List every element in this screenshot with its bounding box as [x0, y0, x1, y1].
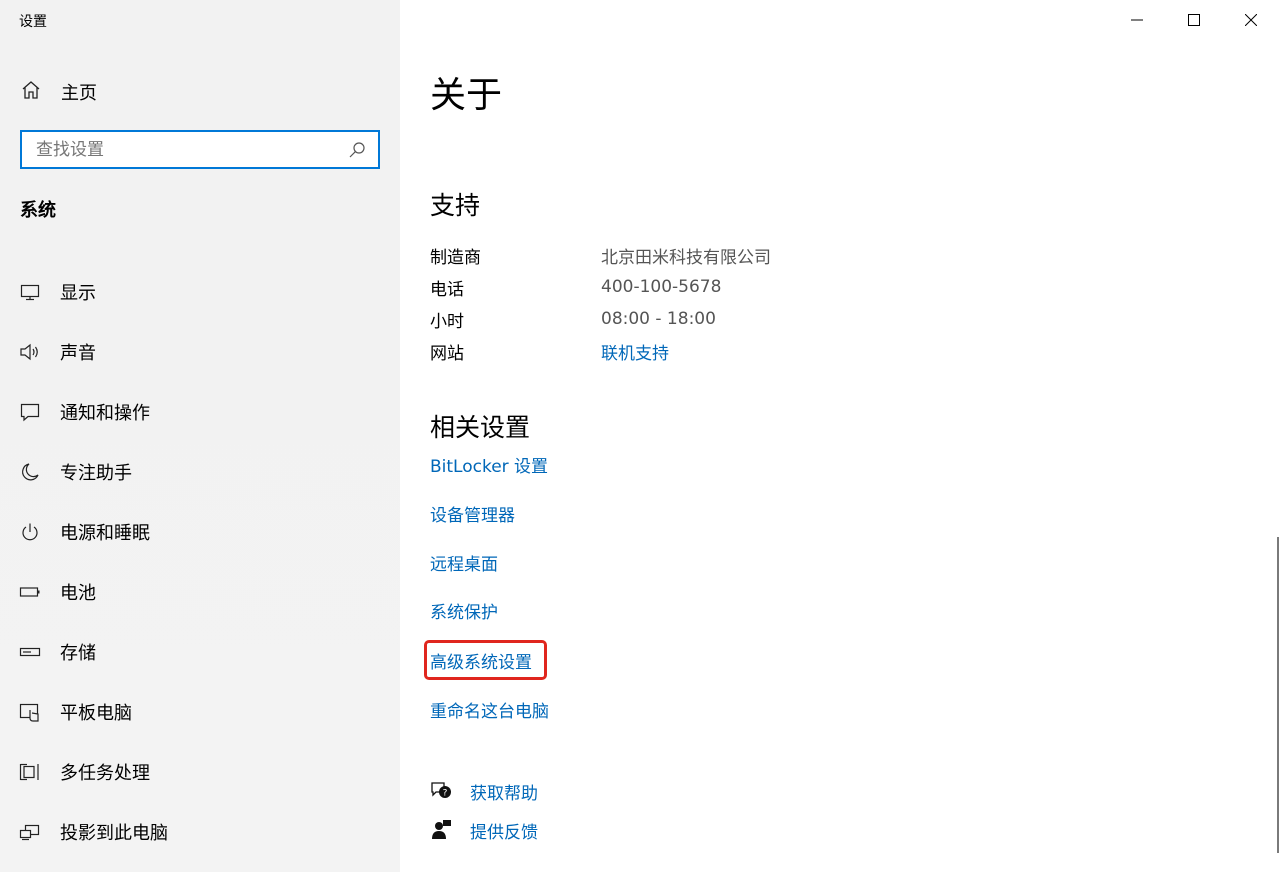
support-key: 电话: [430, 279, 464, 300]
close-button[interactable]: [1228, 0, 1274, 40]
support-key: 小时: [430, 311, 464, 332]
multitask-icon: [19, 761, 41, 783]
speaker-icon: [19, 341, 41, 363]
minimize-icon: [1131, 19, 1143, 21]
sidebar-item-notifications[interactable]: 通知和操作: [0, 382, 400, 442]
sidebar-item-label: 平板电脑: [60, 703, 132, 724]
remote-desktop-link[interactable]: 远程桌面: [430, 550, 498, 575]
sidebar-item-sound[interactable]: 声音: [0, 322, 400, 382]
home-icon: [21, 80, 41, 104]
bitlocker-settings-link[interactable]: BitLocker 设置: [430, 452, 548, 477]
feedback-link[interactable]: 提供反馈: [470, 818, 538, 843]
support-key: 网站: [430, 343, 464, 364]
sidebar-item-label: 电池: [60, 583, 96, 604]
sidebar-home-label: 主页: [61, 83, 97, 104]
rename-pc-link[interactable]: 重命名这台电脑: [430, 697, 549, 722]
sidebar-item-project[interactable]: 投影到此电脑: [0, 802, 400, 862]
page-title: 关于: [430, 75, 503, 116]
sidebar-item-display[interactable]: 显示: [0, 262, 400, 322]
sidebar-item-multitasking[interactable]: 多任务处理: [0, 742, 400, 802]
support-row-hours: 小时 08:00 - 18:00: [430, 303, 716, 335]
support-row-website: 网站 联机支持: [430, 335, 669, 367]
maximize-button[interactable]: [1171, 0, 1217, 40]
sidebar-nav: 显示 声音 通知和操作 专注助手 电源和睡眠 电池 存储 平板电脑 多任务处理 …: [0, 262, 400, 862]
app-title: 设置: [19, 14, 47, 30]
search-icon[interactable]: [346, 139, 368, 161]
sidebar-item-label: 显示: [60, 283, 96, 304]
get-help-link[interactable]: 获取帮助: [470, 779, 538, 804]
advanced-system-settings-link[interactable]: 高级系统设置: [430, 648, 532, 673]
sidebar-home[interactable]: 主页: [0, 74, 400, 110]
sidebar-item-label: 多任务处理: [60, 763, 150, 784]
device-manager-link[interactable]: 设备管理器: [430, 501, 515, 526]
sidebar-section-title: 系统: [20, 200, 56, 221]
feedback-row[interactable]: 提供反馈: [430, 816, 538, 844]
support-row-phone: 电话 400-100-5678: [430, 271, 721, 303]
moon-icon: [19, 461, 41, 483]
help-chat-icon: ?: [430, 780, 452, 802]
svg-text:?: ?: [443, 789, 448, 799]
storage-icon: [19, 641, 41, 663]
support-row-manufacturer: 制造商 北京田米科技有限公司: [430, 239, 771, 271]
sidebar-item-power-sleep[interactable]: 电源和睡眠: [0, 502, 400, 562]
power-icon: [19, 521, 41, 543]
related-settings-heading: 相关设置: [430, 413, 531, 442]
support-key: 制造商: [430, 247, 481, 268]
sidebar-item-label: 通知和操作: [60, 403, 150, 424]
system-protection-link[interactable]: 系统保护: [430, 598, 498, 623]
sidebar-item-label: 投影到此电脑: [60, 823, 168, 844]
sidebar: 设置 主页 系统 显示 声音 通知和操作: [0, 0, 400, 872]
monitor-icon: [19, 281, 41, 303]
support-heading: 支持: [430, 191, 481, 220]
get-help-row[interactable]: ? 获取帮助: [430, 777, 538, 805]
sidebar-item-storage[interactable]: 存储: [0, 622, 400, 682]
support-value: 北京田米科技有限公司: [601, 247, 771, 268]
notification-icon: [19, 401, 41, 423]
close-icon: [1245, 14, 1257, 26]
search-input[interactable]: [22, 132, 346, 167]
sidebar-item-label: 存储: [60, 643, 96, 664]
sidebar-item-battery[interactable]: 电池: [0, 562, 400, 622]
minimize-button[interactable]: [1114, 0, 1160, 40]
online-support-link[interactable]: 联机支持: [601, 339, 669, 364]
battery-icon: [19, 581, 41, 603]
sidebar-item-label: 专注助手: [60, 463, 132, 484]
maximize-icon: [1188, 14, 1200, 26]
feedback-person-icon: [430, 819, 452, 841]
sidebar-item-label: 电源和睡眠: [60, 523, 150, 544]
project-icon: [19, 821, 41, 843]
sidebar-item-label: 声音: [60, 343, 96, 364]
sidebar-item-focus-assist[interactable]: 专注助手: [0, 442, 400, 502]
support-value: 08:00 - 18:00: [601, 309, 716, 329]
main-content: 关于 支持 制造商 北京田米科技有限公司 电话 400-100-5678 小时 …: [400, 0, 1281, 872]
tablet-icon: [19, 701, 41, 723]
support-value: 400-100-5678: [601, 277, 722, 297]
search-box[interactable]: [20, 130, 380, 169]
sidebar-item-tablet[interactable]: 平板电脑: [0, 682, 400, 742]
scrollbar[interactable]: [1277, 537, 1279, 853]
